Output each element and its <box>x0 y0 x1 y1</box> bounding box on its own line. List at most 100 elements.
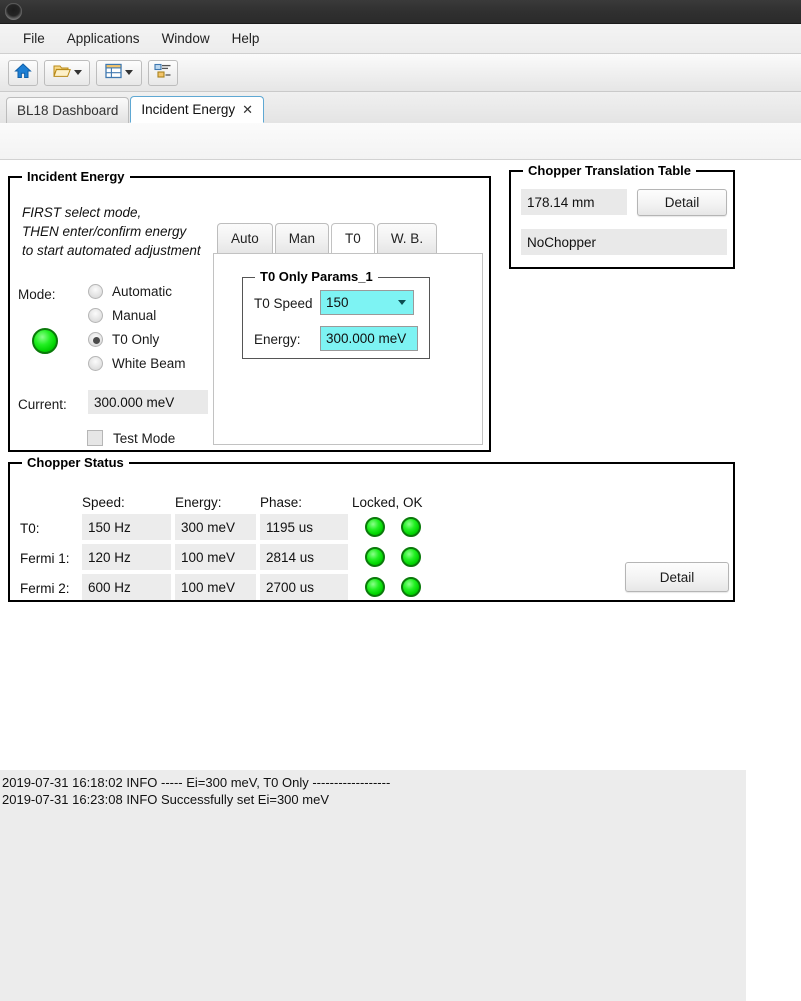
menu-item-file[interactable]: File <box>12 28 56 49</box>
mode-radio-t0-only[interactable]: T0 Only <box>88 332 159 347</box>
chevron-down-icon <box>73 70 82 75</box>
home-button[interactable] <box>8 59 38 86</box>
led-ok <box>401 547 421 567</box>
app-orb-icon <box>5 3 22 20</box>
radio-icon <box>88 308 103 323</box>
instruction-line-3: to start automated adjustment <box>22 243 201 258</box>
t0-speed-combobox[interactable]: 150 <box>320 290 414 315</box>
energy-input[interactable]: 300.000 meV <box>320 326 418 351</box>
mode-status-led <box>32 328 58 354</box>
mode-radio-automatic[interactable]: Automatic <box>88 284 172 299</box>
cell-phase: 2814 us <box>260 544 348 570</box>
tab-content-header <box>0 123 801 160</box>
close-icon[interactable]: ✕ <box>242 102 253 118</box>
home-icon <box>14 62 32 83</box>
cell-speed: 150 Hz <box>82 514 171 540</box>
log-panel[interactable]: 2019-07-31 16:18:02 INFO ----- Ei=300 me… <box>0 770 746 1001</box>
radio-icon <box>88 356 103 371</box>
chevron-down-icon <box>125 70 133 75</box>
led-locked <box>365 547 385 567</box>
chopper-translation-table-title: Chopper Translation Table <box>523 163 697 178</box>
mode-tab-label: Man <box>288 231 316 246</box>
layout-button[interactable] <box>96 59 142 86</box>
mode-tab-strip: Auto Man T0 W. B. <box>217 223 439 253</box>
current-energy-value: 300.000 meV <box>88 390 208 414</box>
mode-tab-label: W. B. <box>390 231 424 246</box>
mode-radio-label: Manual <box>112 308 157 323</box>
mode-radio-manual[interactable]: Manual <box>88 308 156 323</box>
cell-phase: 1195 us <box>260 514 348 540</box>
column-header-phase: Phase: <box>260 495 303 510</box>
incident-energy-panel: Incident Energy FIRST select mode, THEN … <box>8 169 491 452</box>
mode-tab-pane: T0 Only Params_1 T0 Speed 150 Energy: 30… <box>213 253 483 445</box>
mode-tab-t0[interactable]: T0 <box>331 223 375 253</box>
log-line: 2019-07-31 16:18:02 INFO ----- Ei=300 me… <box>2 775 391 790</box>
led-locked <box>365 517 385 537</box>
cell-energy: 300 meV <box>175 514 256 540</box>
log-line: 2019-07-31 16:23:08 INFO Successfully se… <box>2 792 329 807</box>
tab-incident-energy[interactable]: Incident Energy ✕ <box>130 96 265 123</box>
main-content: Incident Energy FIRST select mode, THEN … <box>0 160 801 1001</box>
cell-energy: 100 meV <box>175 574 256 600</box>
tab-label: BL18 Dashboard <box>17 103 119 118</box>
t0-speed-label: T0 Speed <box>254 296 313 311</box>
led-locked <box>365 577 385 597</box>
menu-item-applications[interactable]: Applications <box>56 28 151 49</box>
t0-only-params-title: T0 Only Params_1 <box>255 269 378 284</box>
open-button[interactable] <box>44 59 90 86</box>
mode-tab-wb[interactable]: W. B. <box>376 223 438 253</box>
translation-chopper-value: NoChopper <box>521 229 727 255</box>
chopper-status-panel: Chopper Status Speed: Energy: Phase: Loc… <box>8 455 735 602</box>
cell-speed: 600 Hz <box>82 574 171 600</box>
mode-tab-auto[interactable]: Auto <box>217 223 273 253</box>
menu-bar: File Applications Window Help <box>0 24 801 54</box>
row-label-fermi-1: Fermi 1: <box>20 551 70 566</box>
mode-radio-label: T0 Only <box>112 332 160 347</box>
tab-label: Incident Energy <box>141 102 236 117</box>
led-ok <box>401 517 421 537</box>
mode-tab-label: T0 <box>345 231 361 246</box>
cell-energy: 100 meV <box>175 544 256 570</box>
column-header-energy: Energy: <box>175 495 222 510</box>
chevron-down-icon <box>398 300 406 305</box>
column-header-locked-ok: Locked, OK <box>352 495 423 510</box>
mode-radio-white-beam[interactable]: White Beam <box>88 356 186 371</box>
perspective-button[interactable] <box>148 59 178 86</box>
incident-energy-title: Incident Energy <box>22 169 130 184</box>
tab-bl18-dashboard[interactable]: BL18 Dashboard <box>6 97 130 123</box>
test-mode-label: Test Mode <box>113 430 176 446</box>
radio-icon-selected <box>88 332 103 347</box>
chopper-status-detail-button[interactable]: Detail <box>625 562 729 592</box>
current-label: Current: <box>18 397 67 412</box>
chopper-status-title: Chopper Status <box>22 455 129 470</box>
main-tab-strip: BL18 Dashboard Incident Energy ✕ <box>0 92 801 123</box>
t0-only-params-panel: T0 Only Params_1 T0 Speed 150 Energy: 30… <box>242 269 430 359</box>
test-mode-checkbox[interactable]: Test Mode <box>87 430 175 446</box>
energy-value: 300.000 meV <box>326 331 407 346</box>
translation-position-value: 178.14 mm <box>521 189 627 215</box>
row-label-fermi-2: Fermi 2: <box>20 581 70 596</box>
checkbox-icon <box>87 430 103 446</box>
energy-label: Energy: <box>254 332 301 347</box>
menu-item-window[interactable]: Window <box>151 28 221 49</box>
toolbar <box>0 54 801 92</box>
led-ok <box>401 577 421 597</box>
menu-item-help[interactable]: Help <box>221 28 271 49</box>
mode-tab-man[interactable]: Man <box>274 223 330 253</box>
table-layout-icon <box>105 63 122 82</box>
mode-radio-label: Automatic <box>112 284 173 299</box>
mode-label: Mode: <box>18 287 56 302</box>
t0-speed-value: 150 <box>326 295 349 310</box>
perspective-icon <box>154 63 172 82</box>
instruction-line-2: THEN enter/confirm energy <box>22 224 187 239</box>
folder-open-icon <box>52 63 71 82</box>
chopper-translation-table-panel: Chopper Translation Table 178.14 mm Deta… <box>509 163 735 269</box>
instruction-line-1: FIRST select mode, <box>22 205 142 220</box>
column-header-speed: Speed: <box>82 495 125 510</box>
translation-detail-button[interactable]: Detail <box>637 189 727 216</box>
mode-radio-label: White Beam <box>112 356 186 371</box>
mode-tab-label: Auto <box>231 231 259 246</box>
cell-phase: 2700 us <box>260 574 348 600</box>
radio-icon <box>88 284 103 299</box>
window-title-bar <box>0 0 801 24</box>
